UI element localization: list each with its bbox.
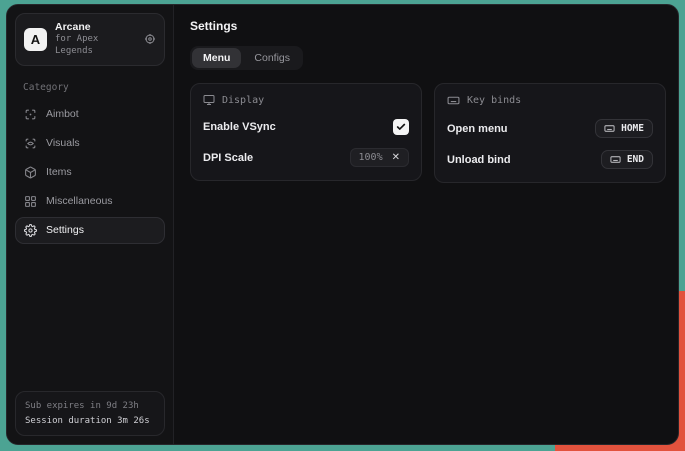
app-name: Arcane xyxy=(55,21,136,34)
sidebar-item-visuals[interactable]: Visuals xyxy=(15,130,165,157)
sidebar-item-settings[interactable]: Settings xyxy=(15,217,165,244)
cards-row: Display Enable VSync DPI Scale 100% ✕ xyxy=(190,83,666,183)
display-card-title: Display xyxy=(222,95,264,106)
display-card: Display Enable VSync DPI Scale 100% ✕ xyxy=(190,83,422,181)
category-label: Category xyxy=(23,82,173,93)
unload-bind-button[interactable]: END xyxy=(601,150,653,169)
open-menu-label: Open menu xyxy=(447,123,508,135)
vsync-row: Enable VSync xyxy=(203,118,409,136)
main-content: Settings Menu Configs Display Enable VSy… xyxy=(174,5,679,444)
keyboard-icon xyxy=(610,154,621,165)
sidebar-item-label: Items xyxy=(46,166,72,178)
sub-expires-text: Sub expires in 9d 23h xyxy=(25,399,155,413)
unload-bind-label: Unload bind xyxy=(447,154,511,166)
tab-menu[interactable]: Menu xyxy=(192,48,241,68)
app-subtitle: for Apex Legends xyxy=(55,34,136,57)
eye-scan-icon xyxy=(24,137,37,150)
target-icon[interactable] xyxy=(144,33,156,45)
display-card-header: Display xyxy=(203,94,409,106)
clear-icon[interactable]: ✕ xyxy=(392,153,400,163)
session-duration-text: Session duration 3m 26s xyxy=(25,414,155,428)
tab-bar: Menu Configs xyxy=(190,46,303,70)
gear-icon xyxy=(24,224,37,237)
unload-bind-row: Unload bind END xyxy=(447,150,653,169)
sidebar-item-label: Visuals xyxy=(46,137,80,149)
app-window: A Arcane for Apex Legends Category xyxy=(6,4,679,445)
sidebar-item-items[interactable]: Items xyxy=(15,159,165,186)
sidebar-nav: Aimbot Visuals xyxy=(7,97,173,244)
vsync-label: Enable VSync xyxy=(203,121,276,133)
app-logo: A xyxy=(24,28,47,51)
sidebar-item-label: Miscellaneous xyxy=(46,195,113,207)
keybinds-card: Key binds Open menu HOME Unload bin xyxy=(434,83,666,183)
open-menu-row: Open menu HOME xyxy=(447,119,653,138)
open-menu-bind-button[interactable]: HOME xyxy=(595,119,653,138)
dpi-scale-input[interactable]: 100% ✕ xyxy=(350,148,409,167)
subscription-info: Sub expires in 9d 23h Session duration 3… xyxy=(15,391,165,436)
sidebar-item-aimbot[interactable]: Aimbot xyxy=(15,101,165,128)
sidebar-item-miscellaneous[interactable]: Miscellaneous xyxy=(15,188,165,215)
page-title: Settings xyxy=(190,19,666,33)
dpi-row: DPI Scale 100% ✕ xyxy=(203,148,409,167)
sidebar: A Arcane for Apex Legends Category xyxy=(7,5,174,444)
brand-header: A Arcane for Apex Legends xyxy=(15,13,165,66)
brand-text: Arcane for Apex Legends xyxy=(55,21,136,58)
sidebar-item-label: Settings xyxy=(46,224,84,236)
keybinds-card-title: Key binds xyxy=(467,95,521,106)
unload-bind-key: END xyxy=(627,154,644,165)
vsync-checkbox[interactable] xyxy=(393,119,409,135)
crosshair-icon xyxy=(24,108,37,121)
keyboard-icon xyxy=(604,123,615,134)
monitor-icon xyxy=(203,94,215,106)
open-menu-bind-key: HOME xyxy=(621,123,644,134)
keyboard-icon xyxy=(447,94,460,107)
cube-icon xyxy=(24,166,37,179)
sidebar-item-label: Aimbot xyxy=(46,108,79,120)
keybinds-card-header: Key binds xyxy=(447,94,653,107)
tab-configs[interactable]: Configs xyxy=(243,48,301,68)
dpi-label: DPI Scale xyxy=(203,152,253,164)
dpi-value: 100% xyxy=(359,152,383,163)
grid-icon xyxy=(24,195,37,208)
